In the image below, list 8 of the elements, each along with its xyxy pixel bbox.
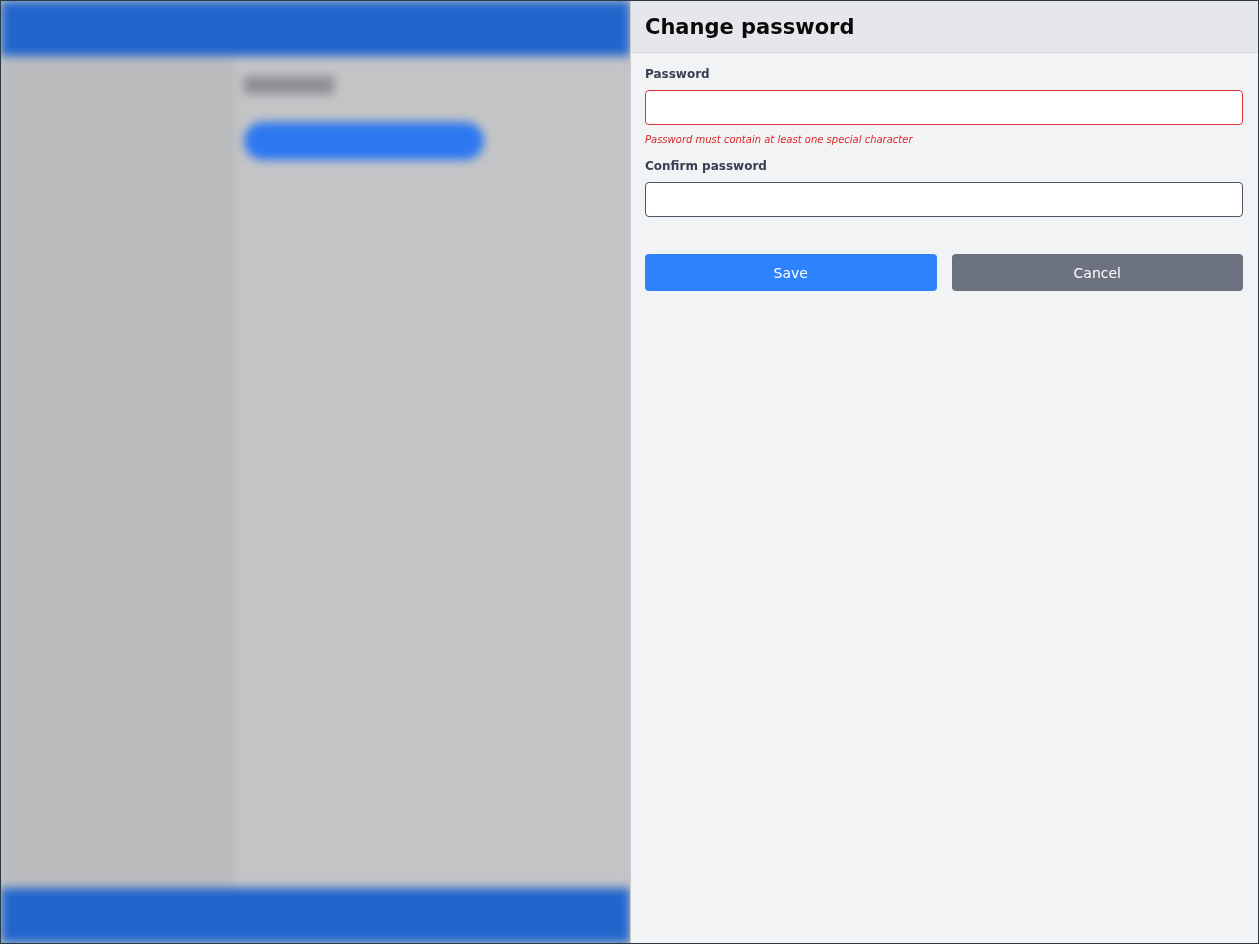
field-label: Password: [645, 67, 711, 81]
field-label: Confirm password: [645, 159, 768, 173]
drawer-title: Change password: [645, 14, 855, 39]
cancel-button[interactable]: Cancel: [951, 254, 1243, 291]
password-field[interactable]: [645, 90, 1243, 125]
error-message: Password must contain at least one special character: [645, 134, 914, 145]
password-field[interactable]: [645, 182, 1243, 217]
save-button[interactable]: Save: [645, 254, 937, 291]
